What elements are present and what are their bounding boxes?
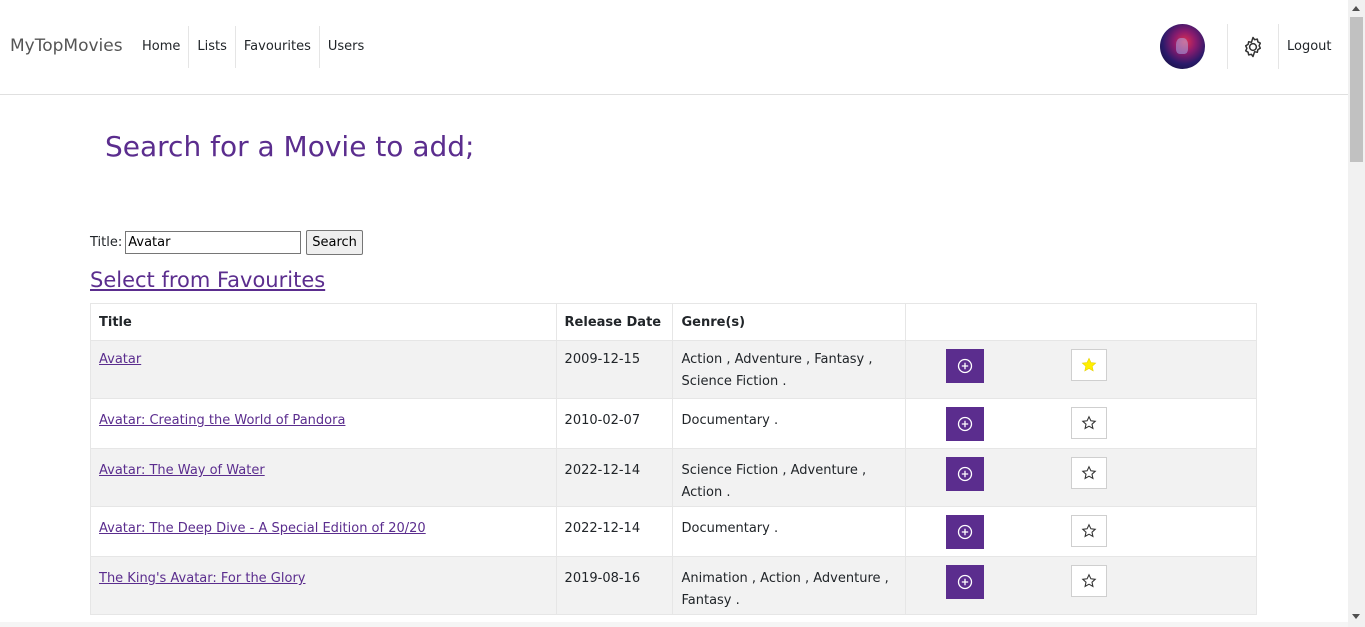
vertical-scrollbar[interactable] xyxy=(1348,0,1365,627)
release-date: 2022-12-14 xyxy=(564,463,641,478)
plus-circle-icon xyxy=(958,358,973,374)
genres: Science Fiction , Adventure , Action . xyxy=(681,463,867,500)
release-date: 2019-08-16 xyxy=(564,571,641,586)
add-movie-button[interactable] xyxy=(946,457,985,491)
table-row: Avatar: The Deep Dive - A Special Editio… xyxy=(90,506,1257,557)
logout-link[interactable]: Logout xyxy=(1287,39,1332,54)
nav-lists-link[interactable]: Lists xyxy=(189,26,236,68)
genres: Documentary . xyxy=(681,413,779,428)
movie-title-link[interactable]: Avatar: The Way of Water xyxy=(99,463,265,478)
genres: Action , Adventure , Fantasy , Science Fi… xyxy=(681,352,873,389)
top-navbar: MyTopMovies Home Lists Favourites Users … xyxy=(0,0,1348,95)
movie-title-link[interactable]: Avatar: Creating the World of Pandora xyxy=(99,413,345,428)
table-row: The King's Avatar: For the Glory 2019-08… xyxy=(90,556,1257,615)
header-genres: Genre(s) xyxy=(672,303,907,341)
nav-links: Home Lists Favourites Users xyxy=(134,26,372,68)
movie-title-link[interactable]: The King's Avatar: For the Glory xyxy=(99,571,306,586)
genres: Documentary . xyxy=(681,521,779,536)
release-date: 2009-12-15 xyxy=(564,352,641,367)
search-form: Title: Search xyxy=(90,230,363,255)
scroll-up-arrow-icon[interactable] xyxy=(1352,6,1360,11)
user-avatar[interactable] xyxy=(1160,24,1205,69)
select-from-favourites-link[interactable]: Select from Favourites xyxy=(90,268,325,292)
scroll-down-arrow-icon[interactable] xyxy=(1352,614,1360,619)
header-release-date: Release Date xyxy=(555,303,674,341)
star-outline-icon xyxy=(1081,465,1097,480)
table-row: Avatar 2009-12-15 Action , Adventure , F… xyxy=(90,340,1257,399)
release-date: 2022-12-14 xyxy=(564,521,641,536)
nav-home-link[interactable]: Home xyxy=(134,26,190,68)
header-title: Title xyxy=(90,303,557,341)
page-title: Search for a Movie to add; xyxy=(105,130,475,163)
favourite-toggle-button[interactable] xyxy=(1071,457,1108,489)
nav-favourites-link[interactable]: Favourites xyxy=(236,26,320,68)
add-movie-button[interactable] xyxy=(946,407,985,441)
star-filled-icon xyxy=(1081,357,1097,372)
nav-divider xyxy=(1227,24,1228,69)
movie-title-link[interactable]: Avatar xyxy=(99,352,141,367)
header-actions xyxy=(905,303,1257,341)
genres: Animation , Action , Adventure , Fantasy … xyxy=(681,571,889,608)
favourite-toggle-button[interactable] xyxy=(1071,349,1108,381)
table-row: Avatar: Creating the World of Pandora 20… xyxy=(90,398,1257,449)
table-row: Avatar: The Way of Water 2022-12-14 Scie… xyxy=(90,448,1257,507)
movies-table: Title Release Date Genre(s) Avatar 2009-… xyxy=(90,303,1257,615)
add-movie-button[interactable] xyxy=(946,349,985,383)
add-movie-button[interactable] xyxy=(946,565,985,599)
plus-circle-icon xyxy=(958,466,973,482)
plus-circle-icon xyxy=(958,574,973,590)
search-label: Title: xyxy=(90,235,123,250)
favourite-toggle-button[interactable] xyxy=(1071,565,1108,597)
search-input[interactable] xyxy=(125,231,302,254)
nav-divider xyxy=(1278,24,1279,69)
search-button[interactable]: Search xyxy=(306,230,363,255)
favourite-toggle-button[interactable] xyxy=(1071,515,1108,547)
gear-icon[interactable] xyxy=(1241,35,1265,59)
nav-users-link[interactable]: Users xyxy=(320,26,372,68)
star-outline-icon xyxy=(1081,415,1097,430)
table-header-row: Title Release Date Genre(s) xyxy=(90,303,1257,341)
page-bottom-edge xyxy=(0,622,1348,627)
add-movie-button[interactable] xyxy=(946,515,985,549)
scrollbar-thumb[interactable] xyxy=(1350,17,1363,162)
brand-logo[interactable]: MyTopMovies xyxy=(10,36,123,56)
plus-circle-icon xyxy=(958,524,973,540)
favourite-toggle-button[interactable] xyxy=(1071,407,1108,439)
release-date: 2010-02-07 xyxy=(564,413,641,428)
movie-title-link[interactable]: Avatar: The Deep Dive - A Special Editio… xyxy=(99,521,426,536)
plus-circle-icon xyxy=(958,416,973,432)
star-outline-icon xyxy=(1081,523,1097,538)
star-outline-icon xyxy=(1081,573,1097,588)
